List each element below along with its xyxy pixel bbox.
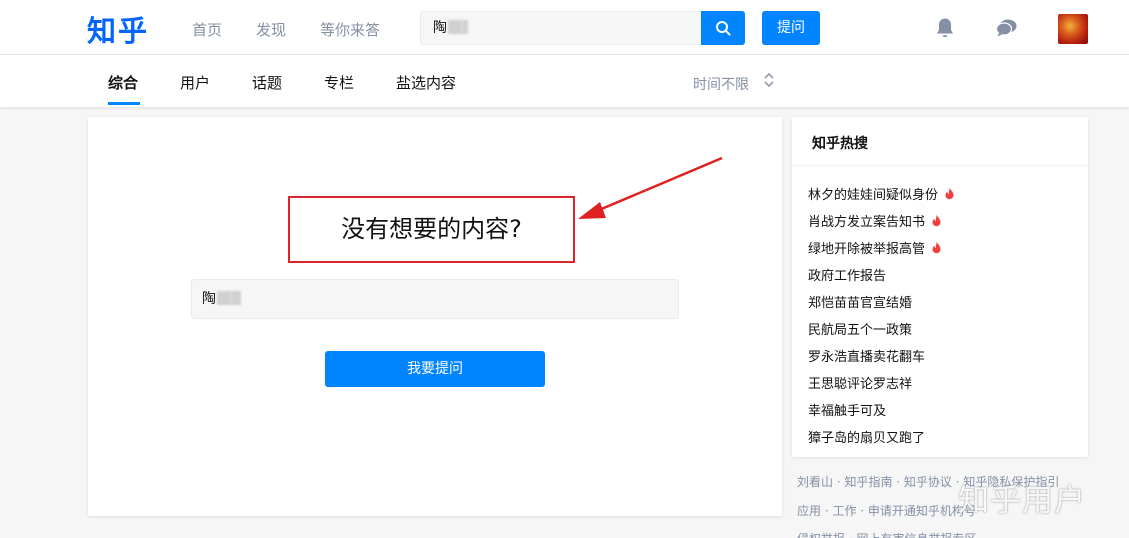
hot-search-item-label: 林夕的娃娃间疑似身份: [808, 188, 939, 203]
active-tab-indicator: [108, 102, 140, 105]
zhihu-logo[interactable]: 知乎: [87, 8, 149, 50]
blurred-text: [448, 20, 462, 34]
nav-waiting-answer[interactable]: 等你来答: [320, 19, 380, 40]
nav-explore[interactable]: 发现: [256, 19, 286, 40]
hot-search-item[interactable]: 民航局五个一政策: [808, 315, 955, 342]
bell-icon[interactable]: [933, 16, 957, 40]
question-input[interactable]: 陶: [191, 279, 679, 319]
tab-topics[interactable]: 话题: [252, 72, 282, 93]
hot-search-item[interactable]: 郑恺苗苗官宣结婚: [808, 288, 955, 315]
watermark: 知乎用户: [958, 483, 1086, 519]
blurred-text: [217, 291, 231, 305]
search-input-value: 陶: [433, 20, 447, 36]
question-input-value: 陶: [202, 291, 216, 307]
search-icon: [716, 21, 731, 36]
hot-search-item[interactable]: 幸福触手可及: [808, 396, 955, 423]
tab-users[interactable]: 用户: [180, 72, 210, 93]
hot-search-item-label: 罗永浩直播卖花翻车: [808, 350, 926, 365]
hot-search-item[interactable]: 肖战方发立案告知书: [808, 207, 955, 234]
search-button[interactable]: [701, 11, 745, 45]
message-icon[interactable]: [995, 16, 1019, 40]
divider: [792, 165, 1088, 166]
search-tab-bar: 综合 用户 话题 专栏 盐选内容 时间不限: [0, 55, 1129, 107]
fire-icon: [931, 241, 942, 254]
nav-home[interactable]: 首页: [192, 19, 222, 40]
hot-search-item-label: 政府工作报告: [808, 269, 887, 284]
tab-general[interactable]: 综合: [108, 72, 138, 93]
fire-icon: [944, 187, 955, 200]
hot-search-item-label: 獐子岛的扇贝又跑了: [808, 431, 926, 446]
hot-search-list: 林夕的娃娃间疑似身份 肖战方发立案告知书 绿地开除被举报高管 政府工作报告郑恺苗苗官宣…: [808, 180, 955, 450]
top-header: 知乎 首页 发现 等你来答 陶 提问: [0, 0, 1129, 55]
hot-search-item[interactable]: 绿地开除被举报高管: [808, 234, 955, 261]
hot-search-item[interactable]: 王思聪评论罗志祥: [808, 369, 955, 396]
ask-question-submit-button[interactable]: 我要提问: [325, 351, 545, 387]
hot-search-item[interactable]: 罗永浩直播卖花翻车: [808, 342, 955, 369]
hot-search-title: 知乎热搜: [812, 136, 868, 152]
hot-search-item-label: 肖战方发立案告知书: [808, 215, 926, 230]
blurred-text: [462, 20, 468, 34]
hot-search-item-label: 郑恺苗苗官宣结婚: [808, 296, 913, 311]
avatar[interactable]: [1058, 14, 1088, 44]
fire-icon: [931, 214, 942, 227]
hot-search-item[interactable]: 林夕的娃娃间疑似身份: [808, 180, 955, 207]
ask-question-button[interactable]: 提问: [762, 11, 820, 45]
annotation-arrow-icon: [578, 156, 723, 219]
empty-result-title: 没有想要的内容?: [288, 196, 575, 263]
hot-search-item[interactable]: 政府工作报告: [808, 261, 955, 288]
time-filter-dropdown[interactable]: 时间不限: [693, 74, 749, 94]
hot-search-item-label: 王思聪评论罗志祥: [808, 377, 913, 392]
sort-arrows-icon[interactable]: [762, 71, 776, 89]
hot-search-item[interactable]: 獐子岛的扇贝又跑了: [808, 423, 955, 450]
tab-salt-content[interactable]: 盐选内容: [396, 72, 456, 93]
hot-search-item-label: 绿地开除被举报高管: [808, 242, 926, 257]
blurred-text: [231, 291, 241, 305]
hot-search-item-label: 民航局五个一政策: [808, 323, 913, 338]
tab-columns[interactable]: 专栏: [324, 72, 354, 93]
hot-search-panel: 知乎热搜 林夕的娃娃间疑似身份 肖战方发立案告知书 绿地开除被举报高管 政府工作报告郑…: [792, 117, 1088, 457]
footer-links-line3[interactable]: 侵权举报 · 网上有害信息举报专区: [797, 530, 1093, 538]
search-input[interactable]: 陶: [420, 11, 702, 45]
hot-search-item-label: 幸福触手可及: [808, 404, 887, 419]
